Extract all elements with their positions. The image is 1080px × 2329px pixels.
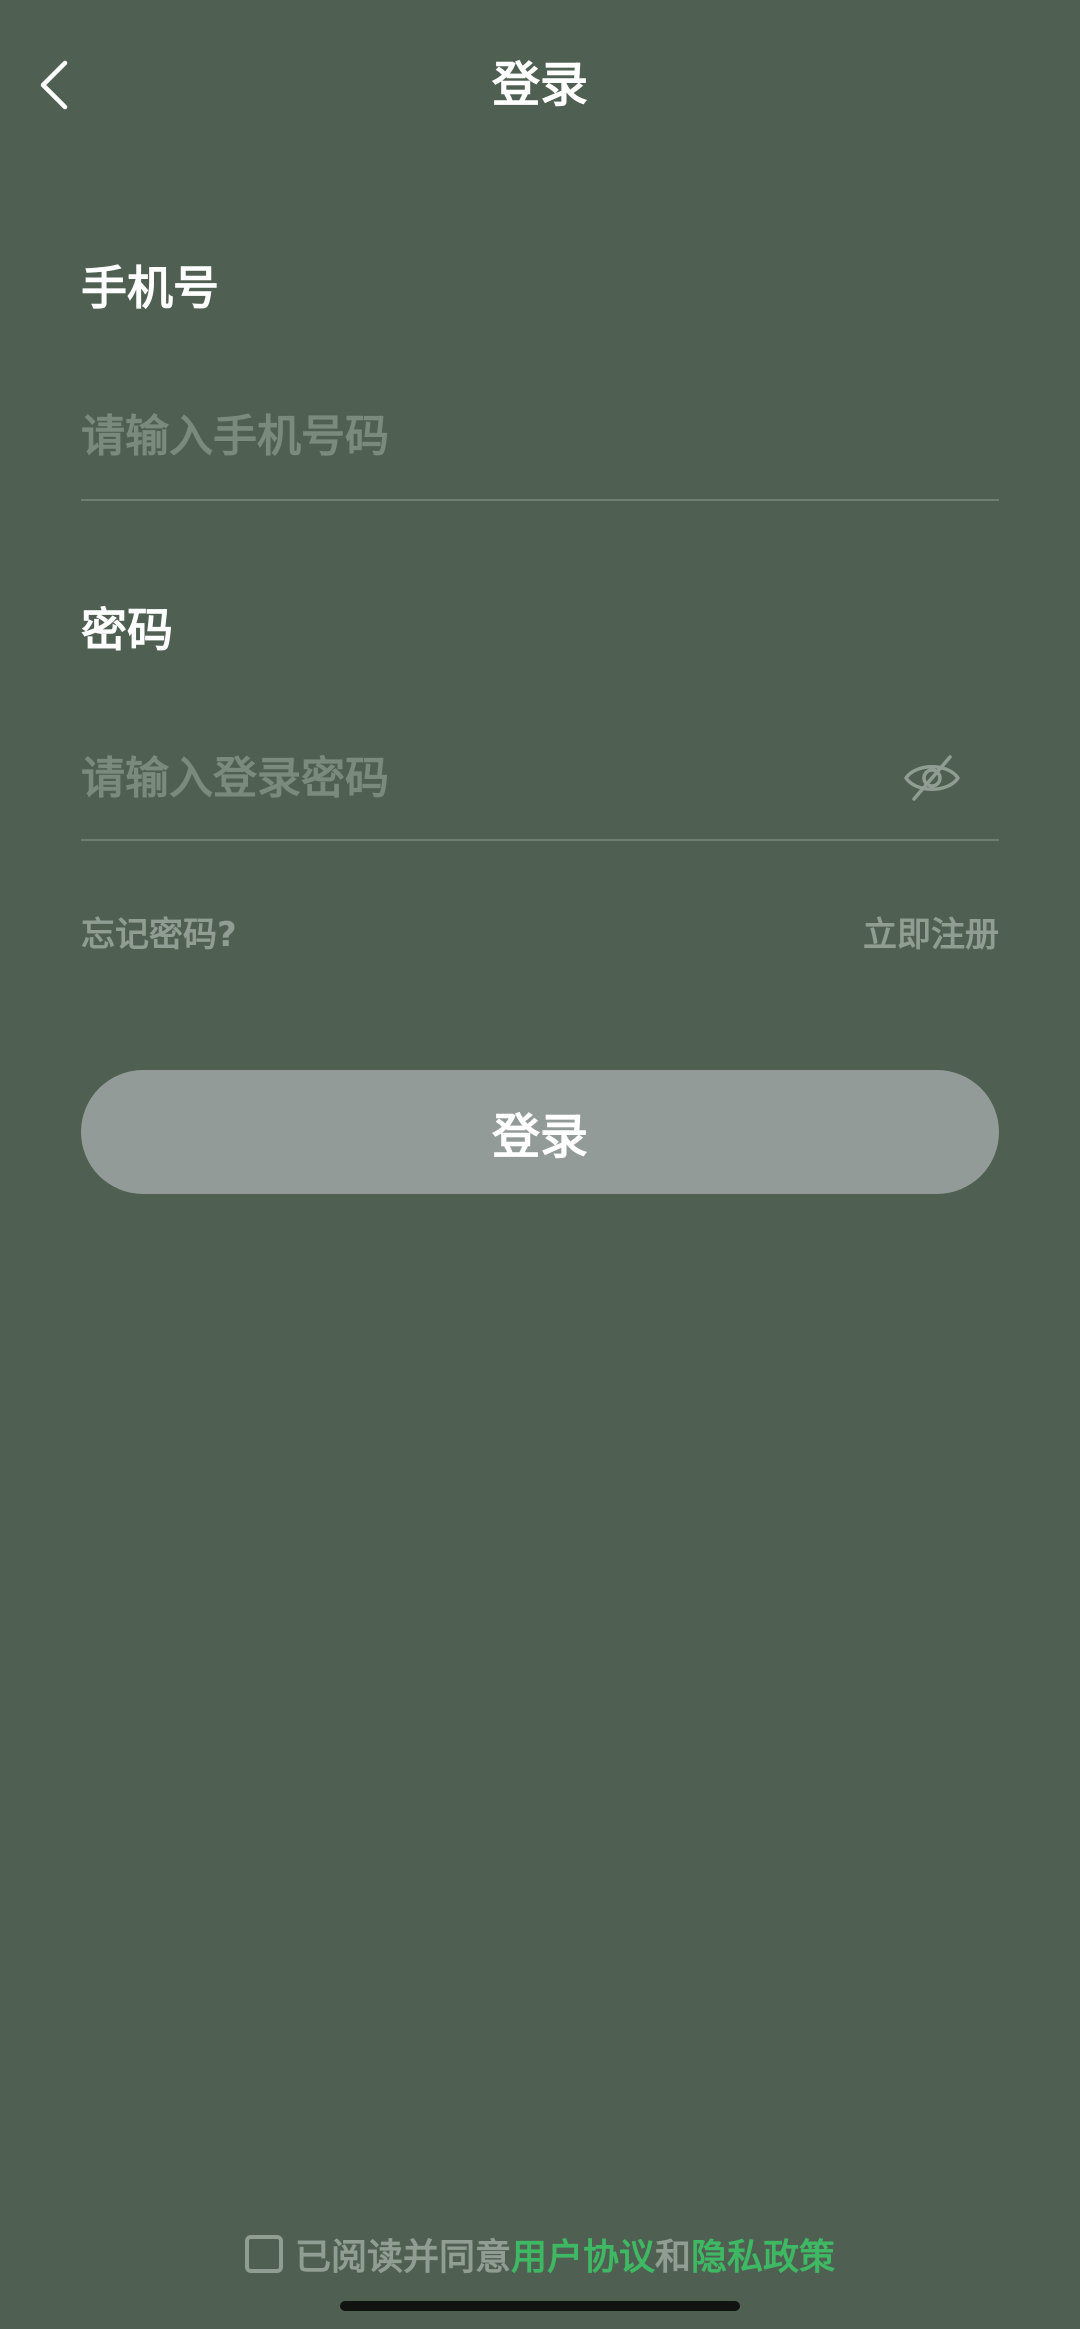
- eye-slash-icon: [904, 755, 960, 801]
- forgot-password-link[interactable]: 忘记密码?: [81, 912, 237, 958]
- header-bar: 登录: [0, 0, 1080, 170]
- privacy-policy-link[interactable]: 隐私政策: [691, 2228, 835, 2280]
- user-agreement-link[interactable]: 用户协议: [511, 2228, 655, 2280]
- agreement-row: 已阅读并同意 用户协议 和 隐私政策: [0, 2226, 1080, 2282]
- login-button[interactable]: 登录: [81, 1070, 999, 1194]
- page-title: 登录: [491, 57, 588, 113]
- password-divider: [81, 839, 999, 841]
- home-indicator: [340, 2301, 740, 2311]
- phone-input[interactable]: [81, 396, 911, 476]
- agreement-conjunction: 和: [655, 2237, 692, 2278]
- phone-label: 手机号: [81, 261, 219, 315]
- agreement-checkbox[interactable]: [244, 2235, 283, 2273]
- password-visibility-toggle[interactable]: [900, 748, 964, 808]
- register-link[interactable]: 立即注册: [863, 912, 999, 958]
- password-label: 密码: [81, 603, 173, 657]
- password-input[interactable]: [81, 738, 881, 818]
- phone-divider: [81, 499, 999, 501]
- agreement-prefix: 已阅读并同意: [294, 2237, 511, 2278]
